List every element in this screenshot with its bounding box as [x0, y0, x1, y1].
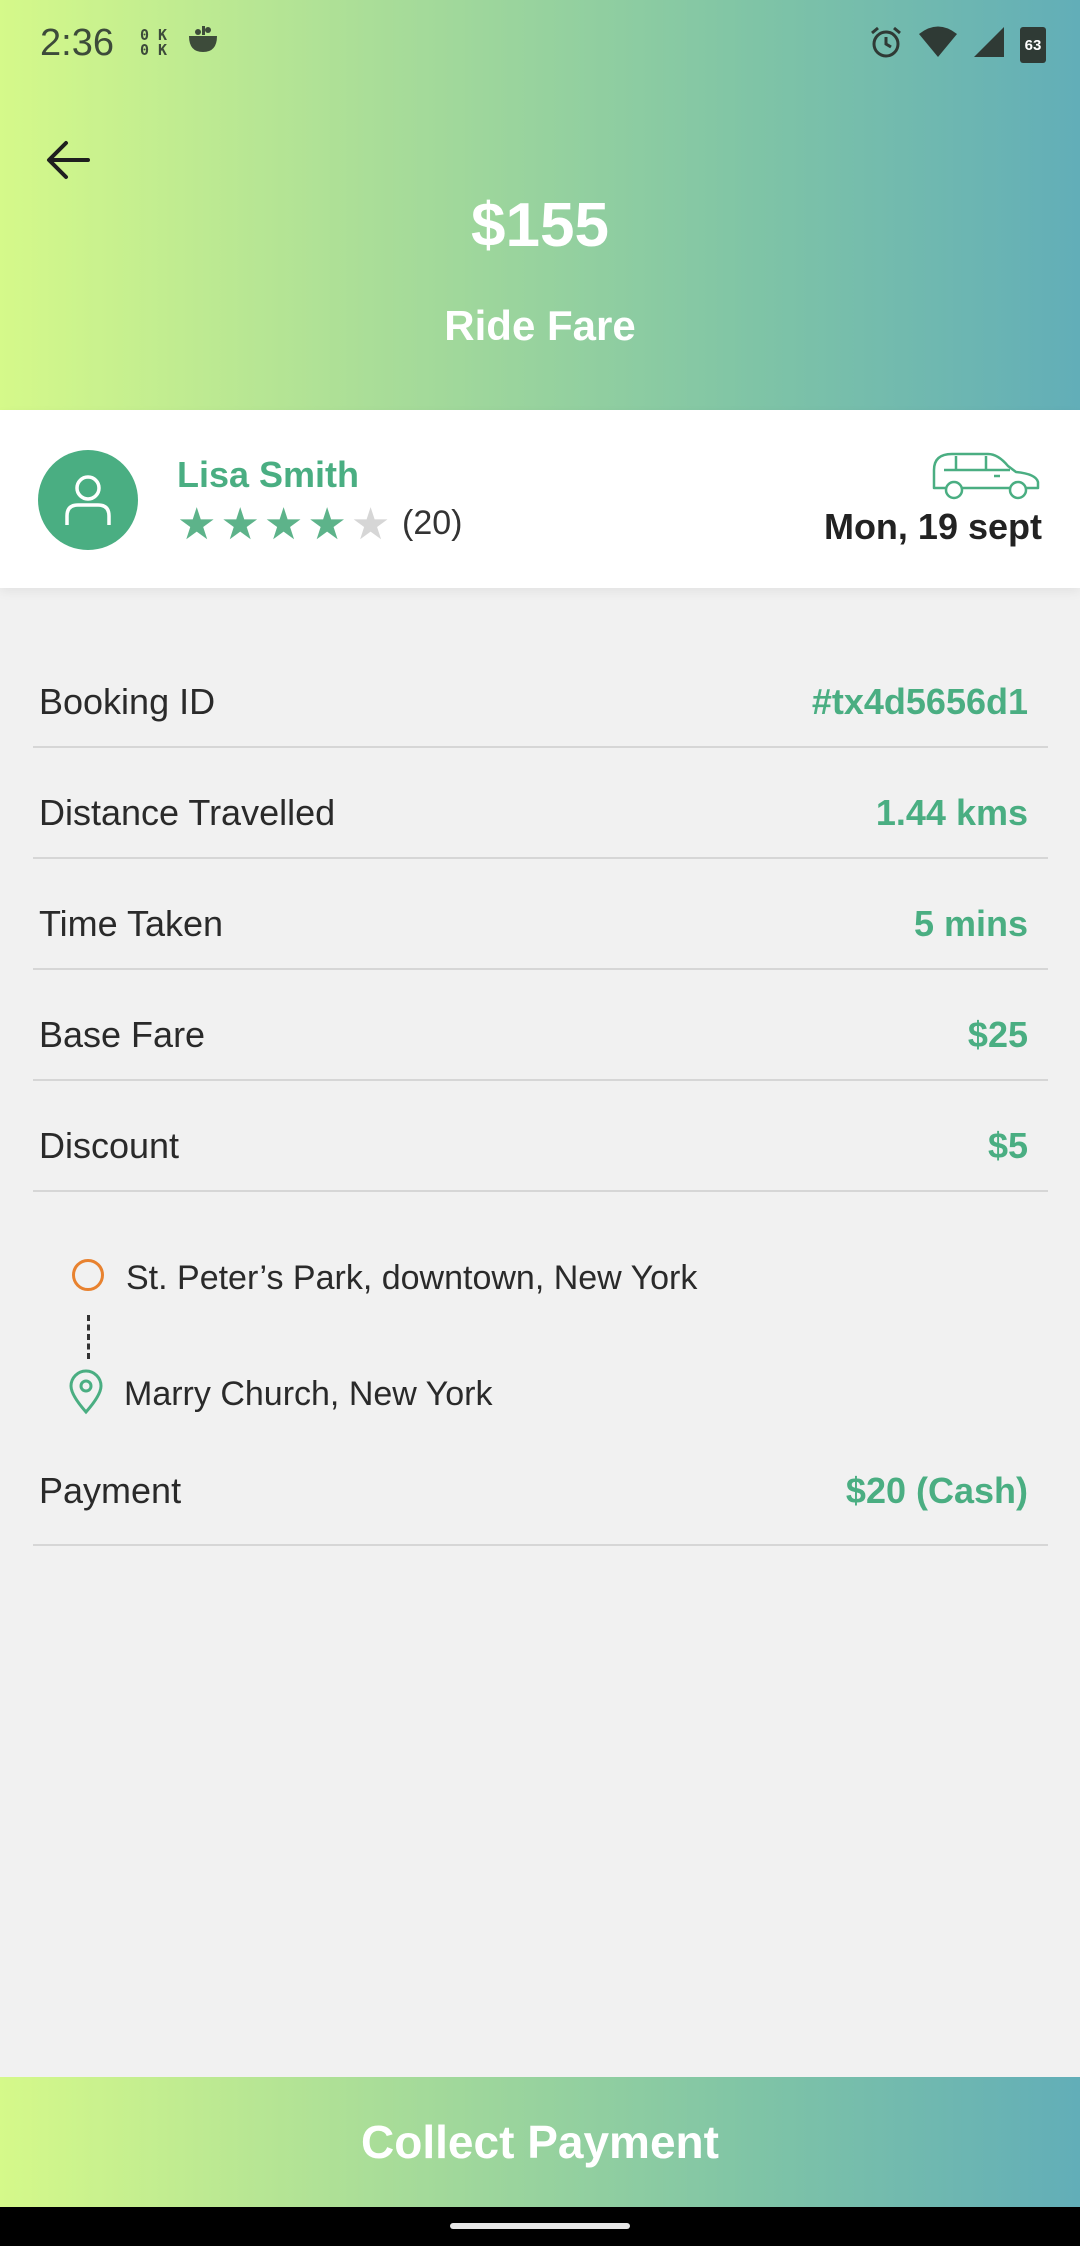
route-connector [87, 1315, 90, 1359]
star-icon: ★ [350, 500, 391, 549]
status-bar: 2:36 0 K0 K 63 [0, 0, 1080, 90]
payment-row: Payment $20 (Cash) [33, 1435, 1048, 1546]
detail-row-discount: Discount $5 [33, 1081, 1048, 1192]
signal-icon [972, 25, 1006, 64]
status-icons: 63 [868, 24, 1046, 65]
route-section: St. Peter’s Park, downtown, New York Mar… [0, 1203, 1080, 1415]
destination-address: Marry Church, New York [124, 1375, 493, 1413]
ok-icon: 0 K0 K [140, 26, 168, 59]
alarm-icon [868, 24, 904, 65]
notification-icon [186, 24, 220, 59]
payment-label: Payment [39, 1470, 182, 1511]
collect-payment-button[interactable]: Collect Payment [0, 2077, 1080, 2207]
origin-address: St. Peter’s Park, downtown, New York [126, 1259, 698, 1297]
rider-name: Lisa Smith [177, 454, 360, 495]
detail-label: Base Fare [39, 1014, 206, 1055]
location-pin-icon [68, 1369, 104, 1420]
home-indicator[interactable] [450, 2223, 630, 2229]
status-time: 2:36 [40, 22, 114, 64]
star-icon: ★ [263, 500, 304, 549]
origin-circle-icon [72, 1259, 104, 1291]
user-icon [65, 475, 111, 525]
car-icon [930, 450, 1042, 505]
rating-stars: ★ ★ ★ ★ ★ [177, 503, 390, 547]
star-icon: ★ [220, 500, 260, 549]
fare-amount: $155 [471, 191, 609, 260]
rating-count: (20) [402, 504, 463, 542]
detail-row-distance: Distance Travelled 1.44 kms [33, 748, 1048, 859]
detail-label: Distance Travelled [39, 792, 336, 833]
fare-label: Ride Fare [444, 302, 636, 349]
star-icon: ★ [307, 500, 347, 549]
back-arrow-icon [47, 141, 90, 179]
detail-value: #tx4d5656d1 [811, 681, 1028, 722]
payment-value: $20 (Cash) [845, 1470, 1028, 1511]
ride-details: Booking ID #tx4d5656d1 Distance Travelle… [33, 637, 1048, 1192]
detail-row-base-fare: Base Fare $25 [33, 970, 1048, 1081]
battery-icon: 63 [1020, 26, 1046, 63]
wifi-icon [918, 25, 958, 64]
rider-card: Lisa Smith ★ ★ ★ ★ ★ (20) Mon, 19 sept [0, 410, 1080, 588]
navigation-bar [0, 2207, 1080, 2246]
detail-value: 1.44 kms [875, 792, 1028, 833]
detail-label: Time Taken [39, 903, 224, 944]
detail-row-time: Time Taken 5 mins [33, 859, 1048, 970]
avatar[interactable] [38, 450, 138, 550]
detail-value: $25 [967, 1014, 1028, 1055]
detail-value: 5 mins [913, 903, 1028, 944]
detail-label: Discount [39, 1125, 180, 1166]
back-button[interactable] [40, 130, 100, 190]
header: 2:36 0 K0 K 63 $155 Ride Fare [0, 0, 1080, 410]
star-icon: ★ [177, 500, 217, 549]
detail-value: $5 [987, 1125, 1028, 1166]
detail-label: Booking ID [39, 681, 216, 722]
battery-level: 63 [1024, 36, 1042, 54]
ride-date: Mon, 19 sept [823, 506, 1042, 547]
detail-row-booking-id: Booking ID #tx4d5656d1 [33, 637, 1048, 748]
